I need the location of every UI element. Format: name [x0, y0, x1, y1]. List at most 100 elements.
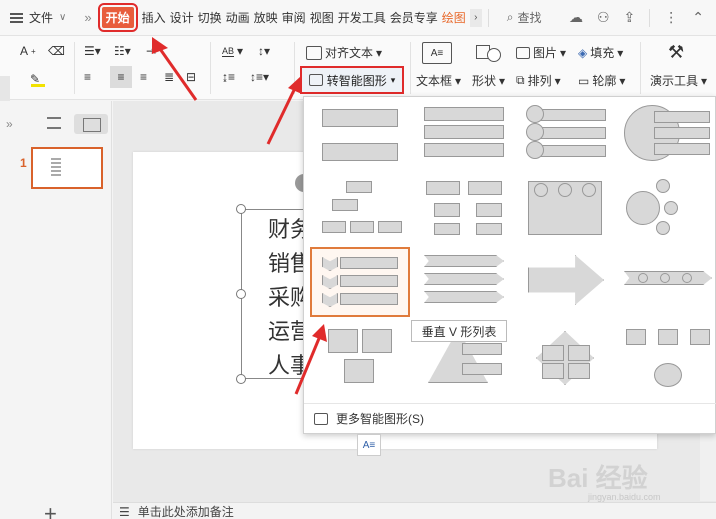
- outline-view-icon[interactable]: [47, 117, 61, 129]
- tab-member[interactable]: 会员专享: [388, 9, 440, 26]
- smartart-option-vertical-chevron-list[interactable]: [310, 247, 410, 317]
- textbox-icon[interactable]: A≡: [422, 42, 452, 64]
- menu-tabs: 开始 插入 设计 切换 动画 放映 审阅 视图 开发工具 会员专享 绘图 ›: [97, 3, 482, 32]
- slide-thumbnail[interactable]: [31, 147, 103, 189]
- line-spacing-icon[interactable]: ↨≡: [222, 70, 235, 84]
- search-button[interactable]: ⌕ 查找: [507, 9, 542, 26]
- tab-developer[interactable]: 开发工具: [336, 9, 388, 26]
- chevron-down-icon: ∨: [59, 12, 67, 23]
- slides-view-icon[interactable]: [74, 114, 108, 134]
- text-format-icon[interactable]: A≡: [357, 434, 381, 456]
- smartart-option-radial[interactable]: [620, 177, 716, 247]
- outline-label: 轮廓: [592, 74, 617, 88]
- watermark-logo: Bai 经验: [548, 463, 648, 493]
- highlight-color-icon[interactable]: ✎: [30, 70, 46, 87]
- slide-number: 1: [20, 156, 27, 170]
- add-slide-icon[interactable]: +: [44, 501, 57, 519]
- justify-icon[interactable]: ≣: [164, 70, 174, 84]
- tooltip: 垂直 V 形列表: [411, 320, 507, 342]
- divider: [640, 42, 641, 94]
- notes-placeholder: 单击此处添加备注: [137, 505, 234, 519]
- convert-smartart-label: 转智能图形: [326, 73, 387, 88]
- tab-drawing[interactable]: 绘图: [440, 9, 468, 26]
- cloud-icon[interactable]: ☁: [569, 9, 583, 26]
- smartart-option-circle-list[interactable]: [518, 103, 618, 173]
- smartart-option-chevron-process[interactable]: [416, 249, 516, 319]
- presentation-tools-button[interactable]: 演示工具 ▾: [650, 72, 707, 89]
- picture-label: 图片: [533, 46, 558, 60]
- text-direction-icon[interactable]: AB ▾: [222, 44, 243, 58]
- bullet-list-icon[interactable]: ☰▾: [84, 44, 101, 58]
- notes-pane[interactable]: ☰ 单击此处添加备注: [113, 502, 716, 519]
- presentation-tools-icon[interactable]: ⚒: [668, 42, 684, 63]
- more-smartart-label: 更多智能图形(S): [336, 412, 424, 426]
- tab-animation[interactable]: 动画: [224, 9, 252, 26]
- smartart-option-org-chart[interactable]: [314, 177, 414, 247]
- divider: [294, 42, 295, 94]
- tab-insert[interactable]: 插入: [140, 9, 168, 26]
- smartart-option-upward-arrow[interactable]: [518, 249, 618, 319]
- picture-button[interactable]: 图片 ▾: [516, 44, 566, 61]
- picture-icon: [516, 46, 530, 59]
- tab-slideshow[interactable]: 放映: [252, 9, 280, 26]
- notes-icon: ☰: [119, 504, 130, 519]
- share-icon[interactable]: ⇪: [624, 9, 636, 26]
- outline-icon: ▭: [578, 73, 590, 88]
- collapse-ribbon-icon[interactable]: ⌃: [692, 9, 704, 26]
- divider: [487, 8, 489, 27]
- smartart-option-picture-list[interactable]: [416, 103, 516, 173]
- eraser-icon[interactable]: ⌫: [48, 44, 65, 58]
- menu-bar: 文件 ∨ » 开始 插入 设计 切换 动画 放映 审阅 视图 开发工具 会员专享…: [0, 0, 716, 36]
- tab-review[interactable]: 审阅: [280, 9, 308, 26]
- smartart-option-arc-list[interactable]: [620, 103, 716, 173]
- smartart-option-converging[interactable]: [620, 325, 716, 395]
- file-label: 文件: [29, 11, 54, 25]
- panel-expand-icon[interactable]: »: [6, 117, 13, 131]
- tab-view[interactable]: 视图: [308, 9, 336, 26]
- more-smartart-button[interactable]: 更多智能图形(S): [304, 403, 716, 433]
- textbox-button[interactable]: 文本框 ▾: [416, 72, 461, 89]
- align-left-icon[interactable]: ≡: [84, 70, 91, 84]
- scrollbar[interactable]: [700, 431, 716, 501]
- shape-icon[interactable]: [476, 42, 501, 62]
- numbered-list-icon[interactable]: ☷▾: [114, 44, 131, 58]
- tab-transition[interactable]: 切换: [196, 9, 224, 26]
- window-icons: ☁ ⚇ ⇪ ⋮ ⌃: [569, 8, 716, 27]
- distribute-icon[interactable]: ⊟: [186, 70, 196, 84]
- convert-smartart-button[interactable]: 转智能图形 ▾: [300, 66, 404, 94]
- search-icon: ⌕: [506, 10, 514, 24]
- smartart-option-hierarchy[interactable]: [416, 177, 516, 247]
- smartart-option-matrix[interactable]: [518, 325, 618, 395]
- tabs-scroll-right-icon[interactable]: ›: [469, 8, 482, 27]
- tab-design[interactable]: 设计: [168, 9, 196, 26]
- divider: [210, 42, 211, 94]
- smartart-option-arrows-process[interactable]: [518, 177, 618, 247]
- resize-handle[interactable]: [236, 204, 246, 214]
- paragraph-spacing-icon[interactable]: ↕≡▾: [250, 70, 269, 84]
- file-menu[interactable]: 文件 ∨: [0, 9, 66, 26]
- align-center-icon[interactable]: ≡: [110, 66, 132, 88]
- shape-button[interactable]: 形状 ▾: [472, 72, 505, 89]
- fill-button[interactable]: ◈ 填充 ▾: [578, 44, 623, 61]
- resize-handle[interactable]: [236, 289, 246, 299]
- sort-icon[interactable]: ↕▾: [258, 44, 270, 58]
- divider: [74, 42, 75, 94]
- outline-button[interactable]: ▭ 轮廓 ▾: [578, 72, 625, 89]
- smartart-icon: [308, 74, 323, 86]
- align-text-icon: [306, 45, 322, 60]
- smartart-icon: [314, 412, 328, 425]
- more-options-icon[interactable]: ⋮: [664, 9, 678, 26]
- align-right-icon[interactable]: ≡: [140, 70, 147, 84]
- align-text-button[interactable]: 对齐文本 ▾: [306, 44, 382, 61]
- resize-handle[interactable]: [236, 374, 246, 384]
- collapse-left-icon[interactable]: »: [84, 10, 91, 25]
- user-icon[interactable]: ⚇: [597, 9, 610, 26]
- font-size-increase-icon[interactable]: A +: [20, 44, 36, 58]
- smartart-option-picture-grid[interactable]: [314, 325, 414, 395]
- tab-home[interactable]: 开始: [97, 3, 138, 32]
- indent-icon[interactable]: ⇥: [146, 44, 156, 58]
- smartart-option-timeline[interactable]: [620, 249, 716, 319]
- presentation-tools-label: 演示工具: [650, 74, 699, 88]
- arrange-button[interactable]: ⧉ 排列 ▾: [516, 72, 561, 89]
- smartart-option-basic-list[interactable]: [314, 103, 414, 173]
